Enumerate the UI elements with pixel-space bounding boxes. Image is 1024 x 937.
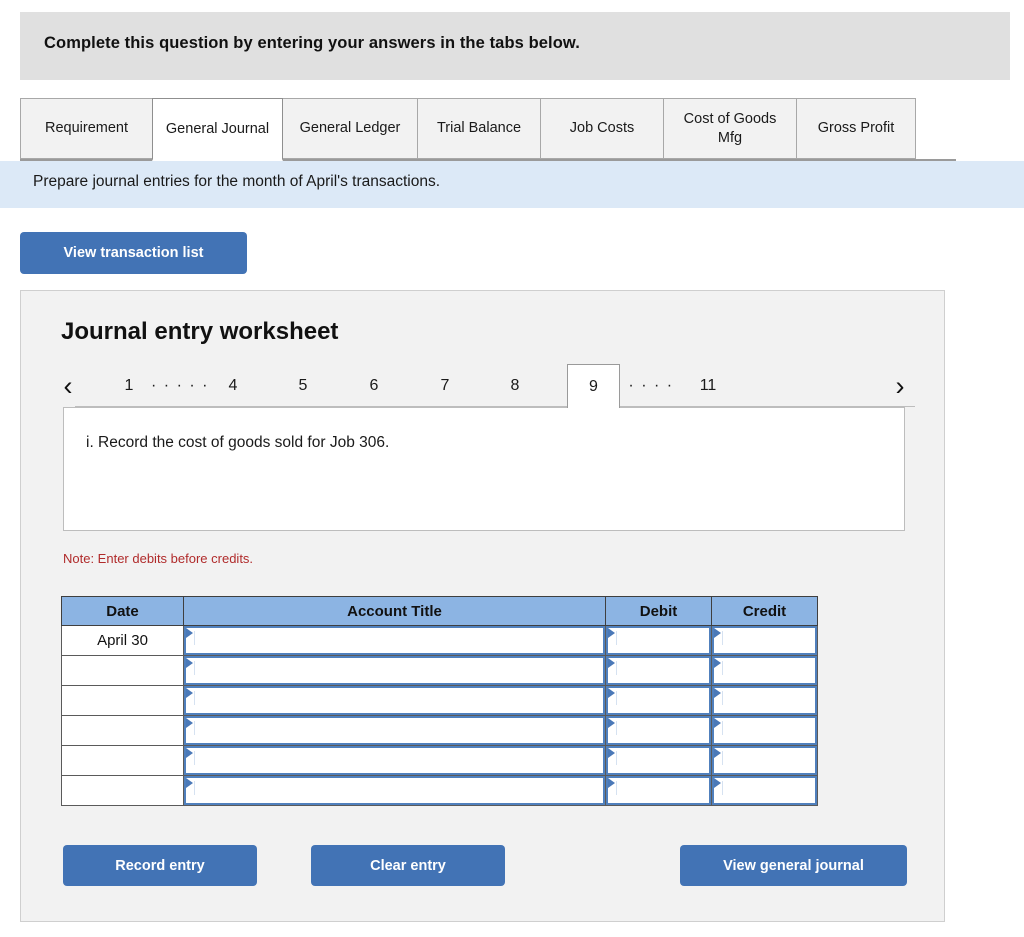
instruction-bar: Prepare journal entries for the month of… (0, 161, 1024, 208)
tab-label: Trial Balance (436, 120, 522, 137)
debits-before-credits-note: Note: Enter debits before credits. (63, 551, 254, 566)
tab-label: Requirement (44, 120, 128, 137)
pager-ellipsis-right: · · · · (628, 377, 674, 394)
pager-page-8[interactable]: 8 (501, 372, 529, 400)
tab-label: Gross Profit (817, 120, 895, 137)
date-cell[interactable] (61, 715, 184, 746)
pager-page-9-active[interactable]: 9 (567, 364, 620, 408)
credit-cell[interactable] (711, 745, 818, 776)
view-transaction-list-button[interactable]: View transaction list (20, 232, 247, 274)
debit-cell[interactable] (605, 625, 712, 656)
table-row (61, 715, 818, 746)
tab-label: Cost of Goods Mfg (683, 111, 777, 146)
tab-requirement[interactable]: Requirement (20, 98, 153, 159)
credit-input[interactable] (712, 656, 817, 685)
question-banner: Complete this question by entering your … (20, 12, 1010, 80)
journal-entry-table: Date Account Title Debit Credit April 30 (61, 596, 818, 806)
debit-input[interactable] (606, 716, 711, 745)
tab-general-journal[interactable]: General Journal (152, 98, 283, 161)
tab-general-ledger[interactable]: General Ledger (282, 98, 418, 159)
credit-input[interactable] (712, 716, 817, 745)
tab-label: General Ledger (299, 120, 401, 137)
view-general-journal-button[interactable]: View general journal (680, 845, 907, 886)
debit-input[interactable] (606, 746, 711, 775)
pager-page-5[interactable]: 5 (289, 372, 317, 400)
banner-text: Complete this question by entering your … (44, 34, 580, 52)
date-cell[interactable] (61, 775, 184, 806)
debit-cell[interactable] (605, 745, 712, 776)
credit-cell[interactable] (711, 655, 818, 686)
table-row (61, 685, 818, 716)
clear-entry-button[interactable]: Clear entry (311, 845, 505, 886)
account-title-cell[interactable] (183, 775, 606, 806)
chevron-left-icon[interactable]: ‹ (53, 368, 83, 404)
debit-input[interactable] (606, 626, 711, 655)
transaction-prompt-text: i. Record the cost of goods sold for Job… (86, 434, 390, 451)
table-row (61, 745, 818, 776)
column-header-credit: Credit (711, 596, 818, 626)
journal-entry-worksheet-panel: Journal entry worksheet ‹ › 1 · · · · · … (20, 290, 945, 922)
tab-label: Job Costs (569, 120, 635, 137)
debit-input[interactable] (606, 776, 711, 805)
date-cell[interactable]: April 30 (61, 625, 184, 656)
tab-gross-profit[interactable]: Gross Profit (796, 98, 916, 159)
worksheet-pager: ‹ › 1 · · · · · 4 5 6 7 8 9 · · · · 11 (53, 364, 915, 408)
credit-input[interactable] (712, 746, 817, 775)
table-row: April 30 (61, 625, 818, 656)
account-title-cell[interactable] (183, 655, 606, 686)
account-title-cell[interactable] (183, 745, 606, 776)
table-row (61, 655, 818, 686)
pager-page-6[interactable]: 6 (360, 372, 388, 400)
transaction-prompt-box: i. Record the cost of goods sold for Job… (63, 407, 905, 531)
date-cell[interactable] (61, 685, 184, 716)
pager-page-11[interactable]: 11 (691, 372, 725, 400)
tab-job-costs[interactable]: Job Costs (540, 98, 664, 159)
column-header-date: Date (61, 596, 184, 626)
debit-cell[interactable] (605, 655, 712, 686)
column-header-account-title: Account Title (183, 596, 606, 626)
debit-cell[interactable] (605, 715, 712, 746)
credit-cell[interactable] (711, 775, 818, 806)
pager-ellipsis-left: · · · · · (151, 377, 209, 394)
account-title-input[interactable] (184, 686, 605, 715)
debit-cell[interactable] (605, 685, 712, 716)
credit-input[interactable] (712, 626, 817, 655)
date-cell[interactable] (61, 745, 184, 776)
credit-cell[interactable] (711, 685, 818, 716)
credit-input[interactable] (712, 686, 817, 715)
record-entry-button[interactable]: Record entry (63, 845, 257, 886)
tab-bar: Requirement General Journal General Ledg… (20, 98, 1024, 161)
tab-label: General Journal (165, 120, 270, 137)
debit-input[interactable] (606, 656, 711, 685)
table-header-row: Date Account Title Debit Credit (61, 596, 818, 626)
account-title-input[interactable] (184, 626, 605, 655)
account-title-cell[interactable] (183, 685, 606, 716)
chevron-right-icon[interactable]: › (885, 368, 915, 404)
date-cell[interactable] (61, 655, 184, 686)
credit-cell[interactable] (711, 625, 818, 656)
credit-input[interactable] (712, 776, 817, 805)
page-title: Journal entry worksheet (61, 318, 339, 345)
account-title-input[interactable] (184, 716, 605, 745)
account-title-cell[interactable] (183, 715, 606, 746)
tab-trial-balance[interactable]: Trial Balance (417, 98, 541, 159)
table-row (61, 775, 818, 806)
account-title-cell[interactable] (183, 625, 606, 656)
tab-cost-of-goods-mfg[interactable]: Cost of Goods Mfg (663, 98, 797, 159)
account-title-input[interactable] (184, 746, 605, 775)
column-header-debit: Debit (605, 596, 712, 626)
credit-cell[interactable] (711, 715, 818, 746)
debit-input[interactable] (606, 686, 711, 715)
debit-cell[interactable] (605, 775, 712, 806)
account-title-input[interactable] (184, 656, 605, 685)
pager-page-1[interactable]: 1 (115, 372, 143, 400)
pager-page-4[interactable]: 4 (219, 372, 247, 400)
instruction-text: Prepare journal entries for the month of… (33, 173, 441, 190)
account-title-input[interactable] (184, 776, 605, 805)
pager-page-7[interactable]: 7 (431, 372, 459, 400)
